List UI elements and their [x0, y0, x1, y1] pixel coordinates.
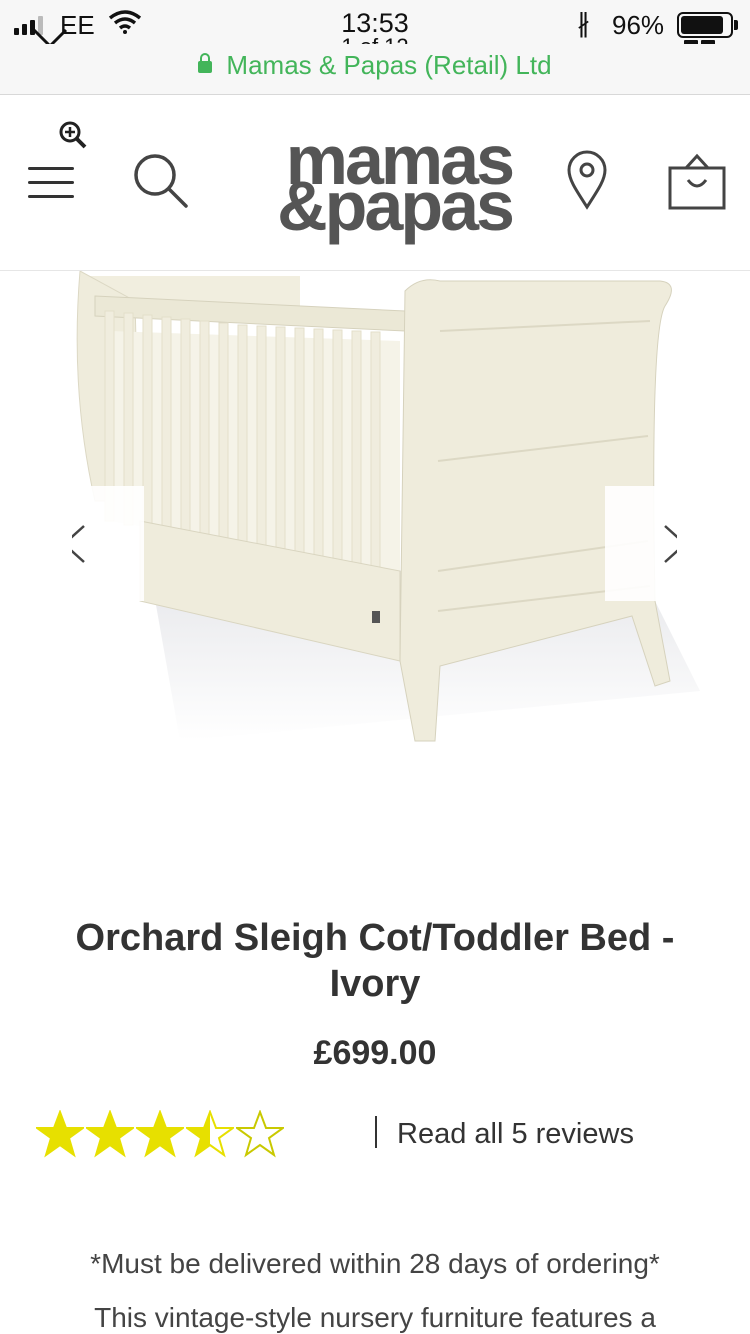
star-icon: [186, 1110, 234, 1158]
read-reviews-link[interactable]: Read all 5 reviews: [375, 1116, 634, 1151]
product-title: Orchard Sleigh Cot/Toddler Bed - Ivory: [75, 917, 675, 1005]
address-bar[interactable]: Mamas & Papas (Retail) Ltd: [0, 44, 750, 95]
search-icon[interactable]: [130, 150, 190, 210]
menu-icon[interactable]: [28, 167, 74, 201]
star-icon: [136, 1110, 184, 1158]
star-icon: [36, 1110, 84, 1158]
logo-line-papas: &papas: [277, 167, 515, 245]
star-icon: [236, 1110, 284, 1158]
lock-icon: [198, 53, 213, 73]
star-icon: [86, 1110, 134, 1158]
store-locator-icon[interactable]: [566, 150, 608, 210]
site-identity: Mamas & Papas (Retail) Ltd: [226, 50, 552, 80]
product-price: £699.00: [313, 1034, 437, 1072]
separator: [375, 1116, 377, 1148]
zoom-in-icon[interactable]: [58, 120, 88, 150]
chevron-right-icon: [664, 525, 687, 563]
product-description: This vintage-style nursery furniture fea…: [94, 1302, 656, 1333]
shopping-bag-icon[interactable]: [666, 150, 728, 212]
product-image-gallery[interactable]: [0, 270, 750, 871]
read-reviews-label: Read all 5 reviews: [397, 1118, 634, 1150]
delivery-note: *Must be delivered within 28 days of ord…: [90, 1248, 660, 1279]
site-header: mamas &papas: [0, 95, 750, 271]
brand-logo[interactable]: mamas &papas: [252, 125, 522, 241]
chevron-left-icon: [62, 525, 85, 563]
star-rating: [36, 1110, 284, 1158]
previous-image-button[interactable]: [62, 486, 144, 601]
next-image-button[interactable]: [605, 486, 687, 601]
